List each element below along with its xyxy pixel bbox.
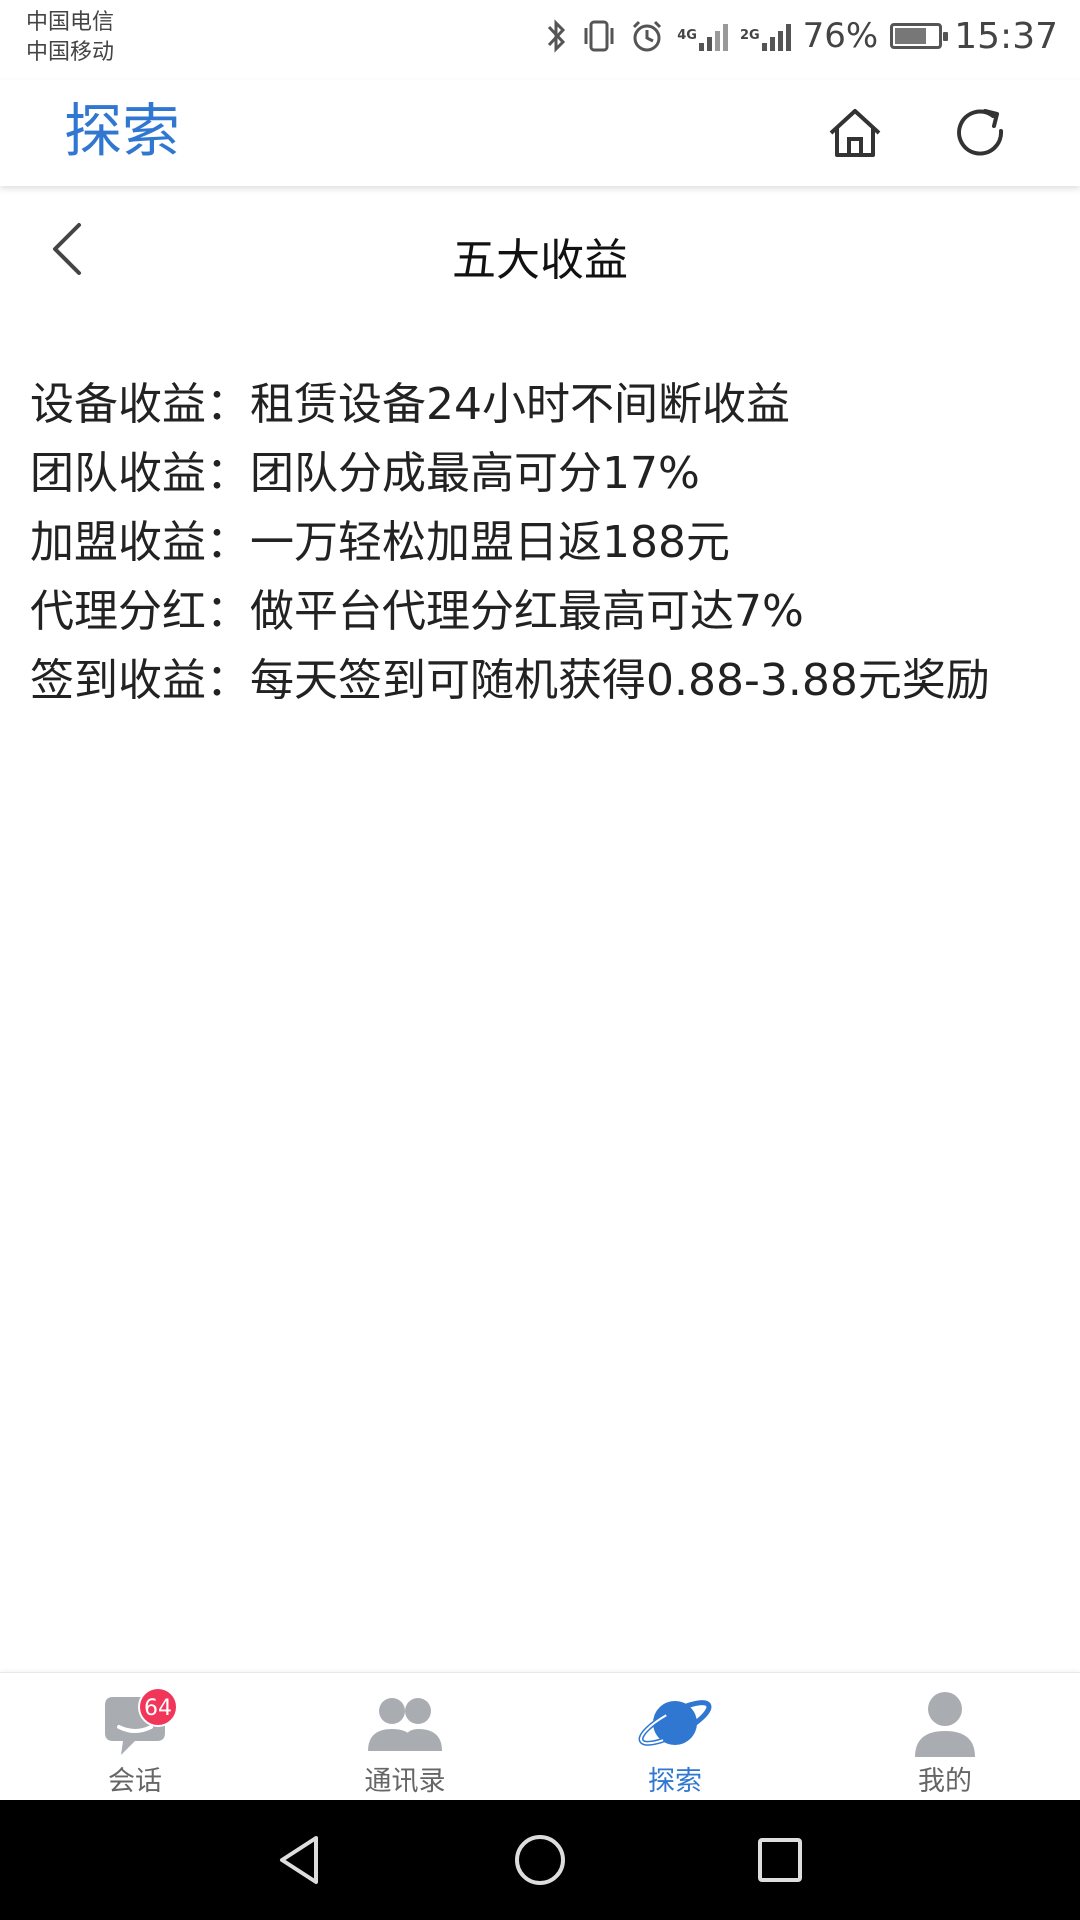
nav-back-button[interactable]: [270, 1830, 330, 1890]
network-type-2: 2G: [739, 28, 760, 43]
vibrate-icon: [581, 18, 617, 54]
carrier-info: 中国电信 中国移动: [26, 8, 114, 68]
tab-contacts[interactable]: 通讯录: [270, 1673, 540, 1801]
page-header: 五大收益: [0, 186, 1080, 316]
bottom-tab-bar: 64 会话 通讯录 探索 我的: [0, 1672, 1080, 1801]
page-title: 五大收益: [452, 235, 628, 286]
tab-label: 探索: [648, 1766, 702, 1797]
tab-label: 通讯录: [364, 1766, 446, 1797]
unread-badge: 64: [138, 1687, 178, 1727]
contacts-icon: [360, 1687, 450, 1767]
home-button[interactable]: [820, 98, 890, 168]
home-icon: [829, 109, 881, 157]
battery-icon: [890, 23, 949, 49]
bluetooth-icon: [543, 18, 569, 54]
planet-icon: [630, 1687, 720, 1767]
app-title: 探索: [64, 97, 181, 165]
benefits-list: 设备收益：租赁设备24小时不间断收益 团队收益：团队分成最高可分17% 加盟收益…: [30, 370, 1060, 715]
tab-explore[interactable]: 探索: [540, 1673, 810, 1801]
profile-icon: [900, 1687, 990, 1767]
tab-label: 会话: [108, 1766, 162, 1797]
carrier-1: 中国电信: [26, 10, 115, 35]
tab-label: 我的: [918, 1766, 972, 1797]
tab-profile[interactable]: 我的: [810, 1673, 1080, 1801]
tab-chat[interactable]: 64 会话: [0, 1673, 270, 1801]
system-nav-bar: [0, 1800, 1080, 1920]
status-bar: 中国电信 中国移动 4G 2G 76% 15:37: [0, 0, 1080, 80]
nav-recents-button[interactable]: [750, 1830, 810, 1890]
circle-home-icon: [515, 1835, 565, 1885]
clock: 15:37: [954, 15, 1058, 57]
alarm-icon: [629, 18, 665, 54]
benefit-line: 加盟收益：一万轻松加盟日返188元: [30, 517, 730, 568]
triangle-back-icon: [280, 1836, 318, 1884]
refresh-icon: [957, 109, 1004, 156]
benefit-line: 设备收益：租赁设备24小时不间断收益: [30, 379, 790, 430]
nav-home-button[interactable]: [510, 1830, 570, 1890]
square-recents-icon: [758, 1838, 802, 1882]
battery-percent: 76%: [802, 16, 879, 56]
app-header: 探索: [0, 80, 1080, 186]
network-type-1: 4G: [677, 28, 697, 43]
status-icons: 4G 2G 76% 15:37: [543, 14, 1058, 58]
refresh-button[interactable]: [946, 98, 1016, 168]
benefit-line: 团队收益：团队分成最高可分17%: [30, 448, 700, 499]
signal-2g-icon: 2G: [740, 21, 791, 51]
carrier-2: 中国移动: [26, 40, 115, 65]
signal-4g-icon: 4G: [677, 21, 728, 51]
benefit-line: 签到收益：每天签到可随机获得0.88-3.88元奖励: [30, 655, 990, 706]
benefit-line: 代理分红：做平台代理分红最高可达7%: [30, 586, 804, 637]
